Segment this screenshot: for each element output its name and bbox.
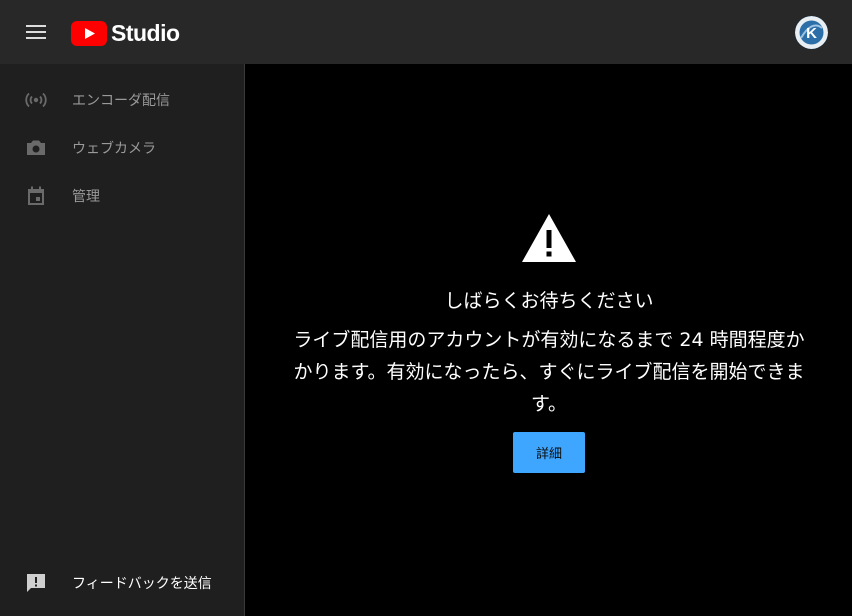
- youtube-studio-logo[interactable]: Studio: [71, 20, 180, 46]
- sidebar-item-label: エンコーダ配信: [72, 93, 170, 109]
- sidebar-item-label: 管理: [72, 189, 100, 205]
- youtube-play-icon: [71, 20, 107, 46]
- send-feedback-button[interactable]: フィードバックを送信: [0, 559, 245, 607]
- hamburger-menu-icon[interactable]: [16, 16, 56, 48]
- details-button[interactable]: 詳細: [513, 432, 585, 473]
- k-avatar-icon: K: [795, 16, 828, 49]
- sidebar-item-webcam[interactable]: ウェブカメラ: [0, 124, 245, 172]
- camera-icon: [27, 140, 45, 155]
- sidebar-item-encoder[interactable]: エンコーダ配信: [0, 76, 245, 124]
- broadcast-icon: [25, 92, 47, 108]
- feedback-label: フィードバックを送信: [72, 576, 212, 592]
- sidebar-item-label: ウェブカメラ: [72, 141, 156, 157]
- svg-text:K: K: [806, 25, 817, 42]
- brand-text: Studio: [111, 19, 180, 46]
- sidebar: エンコーダ配信 ウェブカメラ 管理 フィードバックを送信: [0, 64, 245, 616]
- sidebar-item-manage[interactable]: 管理: [0, 172, 245, 220]
- avatar[interactable]: K: [795, 16, 828, 49]
- warning-icon: [522, 214, 576, 262]
- top-bar: Studio K: [0, 0, 852, 64]
- calendar-icon: [28, 186, 44, 205]
- feedback-icon: [27, 574, 45, 592]
- status-message: ライブ配信用のアカウントが有効になるまで 24 時間程度かかります。有効になった…: [293, 329, 805, 415]
- main-content: しばらくお待ちください ライブ配信用のアカウントが有効になるまで 24 時間程度…: [246, 64, 852, 616]
- page-title: しばらくお待ちください: [444, 290, 654, 312]
